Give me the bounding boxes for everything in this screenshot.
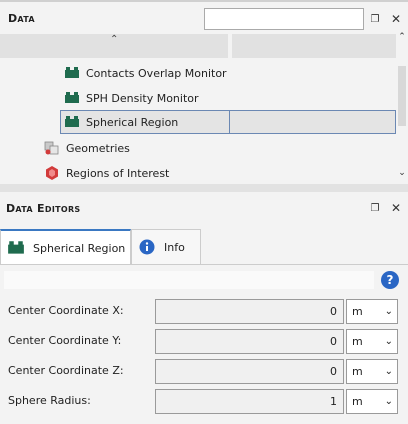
tree-item-contacts-overlap-monitor[interactable]: Contacts Overlap Monitor xyxy=(64,61,384,85)
tree-item-regions-of-interest[interactable]: Regions of Interest xyxy=(44,161,364,185)
restore-icon[interactable]: ❐ xyxy=(369,14,381,26)
scroll-thumb[interactable] xyxy=(398,66,406,126)
vertical-scrollbar[interactable]: ⌃ ⌄ xyxy=(396,32,408,186)
property-row-center-x: Center Coordinate X: 0 m ⌄ xyxy=(0,299,408,325)
help-icon[interactable]: ? xyxy=(381,271,399,289)
tree-item-sph-density-monitor[interactable]: SPH Density Monitor xyxy=(64,86,384,110)
app-window: Data ❐ ✕ ⌃ Contacts Overlap Monitor SPH … xyxy=(0,0,408,424)
tree-item-geometries[interactable]: Geometries xyxy=(44,136,364,160)
column-header-value[interactable] xyxy=(232,34,396,58)
center-y-unit-select[interactable]: m ⌄ xyxy=(346,329,398,354)
property-label: Center Coordinate X: xyxy=(8,304,124,317)
sphere-radius-field[interactable]: 1 xyxy=(155,389,344,414)
tree-item-label: Regions of Interest xyxy=(66,166,170,180)
unit-label: m xyxy=(352,395,363,408)
center-z-field[interactable]: 0 xyxy=(155,359,344,384)
property-label: Center Coordinate Y: xyxy=(8,334,122,347)
region-icon xyxy=(8,241,24,254)
scroll-down-icon[interactable]: ⌄ xyxy=(396,168,408,180)
data-panel-title: Data xyxy=(8,12,35,25)
monitor-icon xyxy=(65,92,79,103)
column-separator xyxy=(229,111,230,133)
close-icon[interactable]: ✕ xyxy=(390,13,402,25)
tab-content: ? Center Coordinate X: 0 m ⌄ Center Coor… xyxy=(0,264,408,424)
restore-icon[interactable]: ❐ xyxy=(369,203,381,215)
search-input[interactable] xyxy=(204,8,364,30)
unit-label: m xyxy=(352,305,363,318)
chevron-down-icon: ⌄ xyxy=(384,306,393,317)
tab-label: Info xyxy=(164,240,185,254)
data-panel: Data ❐ ✕ ⌃ Contacts Overlap Monitor SPH … xyxy=(0,0,408,186)
sort-up-icon: ⌃ xyxy=(110,34,119,45)
tree-item-label: Spherical Region xyxy=(86,115,179,129)
tree-header: ⌃ xyxy=(0,30,396,58)
regions-of-interest-icon xyxy=(46,166,58,180)
column-header-name[interactable]: ⌃ xyxy=(0,34,228,58)
close-icon[interactable]: ✕ xyxy=(390,202,402,214)
tab-info[interactable]: Info xyxy=(131,229,201,265)
property-label: Sphere Radius: xyxy=(8,394,91,407)
tree-item-spherical-region[interactable]: Spherical Region xyxy=(60,110,396,134)
property-row-sphere-radius: Sphere Radius: 1 m ⌄ xyxy=(0,389,408,415)
scroll-up-icon[interactable]: ⌃ xyxy=(396,32,408,44)
center-x-unit-select[interactable]: m ⌄ xyxy=(346,299,398,324)
panel-splitter[interactable] xyxy=(0,184,408,192)
center-z-unit-select[interactable]: m ⌄ xyxy=(346,359,398,384)
data-editors-title: Data Editors xyxy=(6,202,81,215)
center-y-field[interactable]: 0 xyxy=(155,329,344,354)
tree-item-label: SPH Density Monitor xyxy=(86,91,199,105)
region-icon xyxy=(65,116,79,127)
monitor-icon xyxy=(65,67,79,78)
center-x-field[interactable]: 0 xyxy=(155,299,344,324)
property-label: Center Coordinate Z: xyxy=(8,364,124,377)
data-editors-panel: Data Editors ❐ ✕ Spherical Region Info ?… xyxy=(0,192,408,424)
help-strip xyxy=(4,271,374,289)
chevron-down-icon: ⌄ xyxy=(384,366,393,377)
tree-item-label: Contacts Overlap Monitor xyxy=(86,66,227,80)
unit-label: m xyxy=(352,365,363,378)
info-icon xyxy=(139,239,155,255)
sphere-radius-unit-select[interactable]: m ⌄ xyxy=(346,389,398,414)
unit-label: m xyxy=(352,335,363,348)
tree-item-label: Geometries xyxy=(66,141,130,155)
tab-label: Spherical Region xyxy=(33,241,126,255)
property-row-center-z: Center Coordinate Z: 0 m ⌄ xyxy=(0,359,408,385)
chevron-down-icon: ⌄ xyxy=(384,396,393,407)
tab-spherical-region[interactable]: Spherical Region xyxy=(0,229,131,265)
property-row-center-y: Center Coordinate Y: 0 m ⌄ xyxy=(0,329,408,355)
chevron-down-icon: ⌄ xyxy=(384,336,393,347)
geometries-icon xyxy=(44,141,59,155)
